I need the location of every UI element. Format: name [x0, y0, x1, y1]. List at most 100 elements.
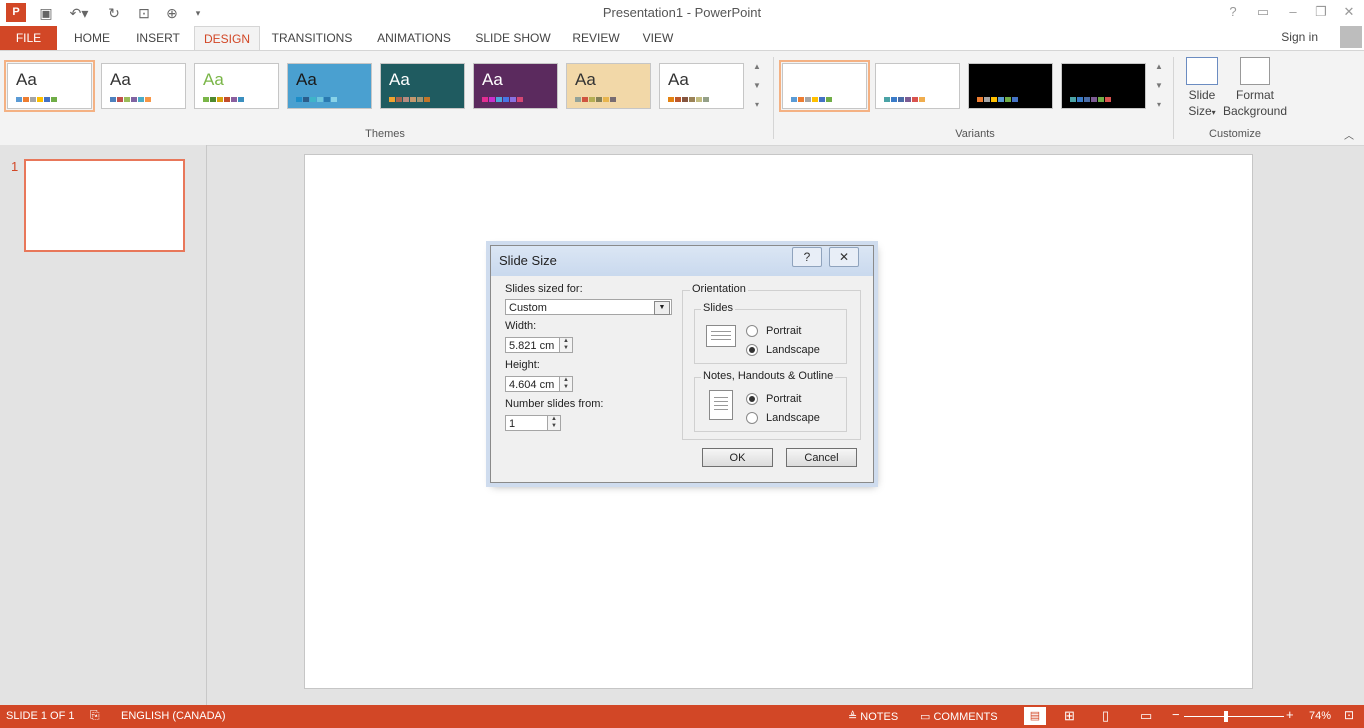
variants-more-icon[interactable]: ▾ [1152, 97, 1166, 112]
format-background-icon [1240, 57, 1270, 85]
color-swatch [610, 97, 616, 102]
slides-portrait-radio[interactable] [746, 325, 758, 337]
portrait-page-icon [709, 390, 733, 420]
dialog-close-icon[interactable]: ✕ [829, 247, 859, 267]
slides-landscape-radio[interactable] [746, 344, 758, 356]
color-swatch [30, 97, 36, 102]
tab-design[interactable]: DESIGN [194, 26, 260, 51]
number-slides-from-input[interactable]: 1 [505, 415, 549, 431]
notes-landscape-radio[interactable] [746, 412, 758, 424]
reading-view-icon[interactable]: ▯ [1102, 708, 1109, 724]
theme-color-swatches [668, 97, 709, 102]
variant-thumbnail[interactable] [968, 63, 1053, 109]
color-swatch [44, 97, 50, 102]
theme-thumbnail[interactable]: Aa [101, 63, 186, 109]
comments-button[interactable]: ▭ COMMENTS [920, 710, 998, 723]
tab-slide-show[interactable]: SLIDE SHOW [472, 26, 554, 50]
tab-insert[interactable]: INSERT [130, 26, 186, 50]
theme-thumbnail[interactable]: Aa [473, 63, 558, 109]
notes-portrait-radio[interactable] [746, 393, 758, 405]
theme-thumbnail[interactable]: Aa [4, 60, 95, 112]
width-stepper[interactable]: ▲ ▼ [559, 337, 573, 353]
slide-thumbnail[interactable] [24, 159, 185, 252]
tab-transitions[interactable]: TRANSITIONS [268, 26, 356, 50]
theme-sample-text: Aa [668, 70, 689, 89]
tab-home[interactable]: HOME [66, 26, 118, 50]
slide-size-button[interactable]: Slide Size▾ [1180, 55, 1224, 121]
number-slides-from-stepper[interactable]: ▲ ▼ [547, 415, 561, 431]
color-swatch [503, 97, 509, 102]
fit-to-window-icon[interactable]: ⊡ [1344, 708, 1354, 722]
theme-thumbnail[interactable]: Aa [659, 63, 744, 109]
language-status[interactable]: ENGLISH (CANADA) [121, 710, 226, 722]
theme-sample-text: Aa [110, 70, 131, 89]
format-background-label-2: Background [1222, 104, 1288, 118]
tab-view[interactable]: VIEW [636, 26, 680, 50]
variant-thumbnail[interactable] [875, 63, 960, 109]
theme-color-swatches [575, 97, 616, 102]
tab-animations[interactable]: ANIMATIONS [370, 26, 458, 50]
slides-portrait-label[interactable]: Portrait [766, 325, 801, 337]
sign-in-link[interactable]: Sign in [1281, 30, 1318, 44]
zoom-slider-track[interactable] [1184, 716, 1284, 717]
variants-scroll-up-icon[interactable]: ▲ [1152, 59, 1166, 74]
color-swatch [51, 97, 57, 102]
title-bar: P ▣ ↶▾ ↻ ⊡ ⊕ ▾ Presentation1 - PowerPoin… [0, 0, 1364, 26]
spell-check-icon[interactable]: ⎘ [90, 708, 100, 723]
zoom-slider-thumb[interactable] [1224, 711, 1228, 722]
normal-view-icon[interactable]: ▤ [1024, 707, 1046, 725]
help-icon[interactable]: ? [1219, 2, 1247, 22]
zoom-out-icon[interactable]: − [1172, 707, 1180, 722]
slide-show-view-icon[interactable]: ▭ [1140, 708, 1152, 724]
dialog-help-icon[interactable]: ? [792, 247, 822, 267]
themes-scroll-down-icon[interactable]: ▼ [750, 78, 764, 93]
slide-count-status[interactable]: SLIDE 1 OF 1 [6, 710, 74, 722]
maximize-icon[interactable]: ❐ [1307, 2, 1335, 22]
tab-review[interactable]: REVIEW [568, 26, 624, 50]
color-swatch [517, 97, 523, 102]
color-swatch [224, 97, 230, 102]
theme-thumbnail[interactable]: Aa [194, 63, 279, 109]
cancel-button[interactable]: Cancel [786, 448, 857, 467]
color-swatch [489, 97, 495, 102]
color-swatch [805, 97, 811, 102]
tab-file[interactable]: FILE [0, 26, 57, 50]
format-background-button[interactable]: Format Background [1222, 55, 1288, 119]
slide-number: 1 [11, 159, 19, 174]
slide-sorter-icon[interactable]: ⊞ [1064, 708, 1075, 724]
themes-more-icon[interactable]: ▾ [750, 97, 764, 112]
theme-color-swatches [16, 97, 57, 102]
close-icon[interactable]: ✕ [1335, 2, 1363, 22]
minimize-icon[interactable]: – [1279, 2, 1307, 22]
height-input[interactable]: 4.604 cm [505, 376, 560, 392]
color-swatch [1084, 97, 1090, 102]
theme-thumbnail[interactable]: Aa [380, 63, 465, 109]
notes-button[interactable]: ≜ NOTES [848, 710, 898, 723]
theme-thumbnail[interactable]: Aa [566, 63, 651, 109]
variants-scroll-down-icon[interactable]: ▼ [1152, 78, 1166, 93]
ribbon-display-options-icon[interactable]: ▭ [1249, 2, 1277, 22]
zoom-in-icon[interactable]: + [1286, 707, 1294, 722]
slides-landscape-label[interactable]: Landscape [766, 344, 820, 356]
zoom-level[interactable]: 74% [1309, 710, 1331, 722]
slides-sized-for-select[interactable]: Custom ▼ [505, 299, 672, 315]
chevron-down-icon[interactable]: ▼ [654, 301, 670, 315]
color-swatch [689, 97, 695, 102]
color-swatch [203, 97, 209, 102]
variant-thumbnail[interactable] [779, 60, 870, 112]
notes-landscape-label[interactable]: Landscape [766, 412, 820, 424]
collapse-ribbon-icon[interactable]: ︿ [1344, 127, 1354, 142]
slide-size-icon [1186, 57, 1218, 85]
theme-thumbnail[interactable]: Aa [287, 63, 372, 109]
variant-thumbnail[interactable] [1061, 63, 1146, 109]
color-swatch [675, 97, 681, 102]
color-swatch [410, 97, 416, 102]
variant-color-swatches [977, 97, 1018, 102]
width-input[interactable]: 5.821 cm [505, 337, 560, 353]
height-stepper[interactable]: ▲ ▼ [559, 376, 573, 392]
theme-sample-text: Aa [389, 70, 410, 89]
user-avatar-icon[interactable] [1340, 26, 1362, 48]
ok-button[interactable]: OK [702, 448, 773, 467]
notes-portrait-label[interactable]: Portrait [766, 393, 801, 405]
themes-scroll-up-icon[interactable]: ▲ [750, 59, 764, 74]
